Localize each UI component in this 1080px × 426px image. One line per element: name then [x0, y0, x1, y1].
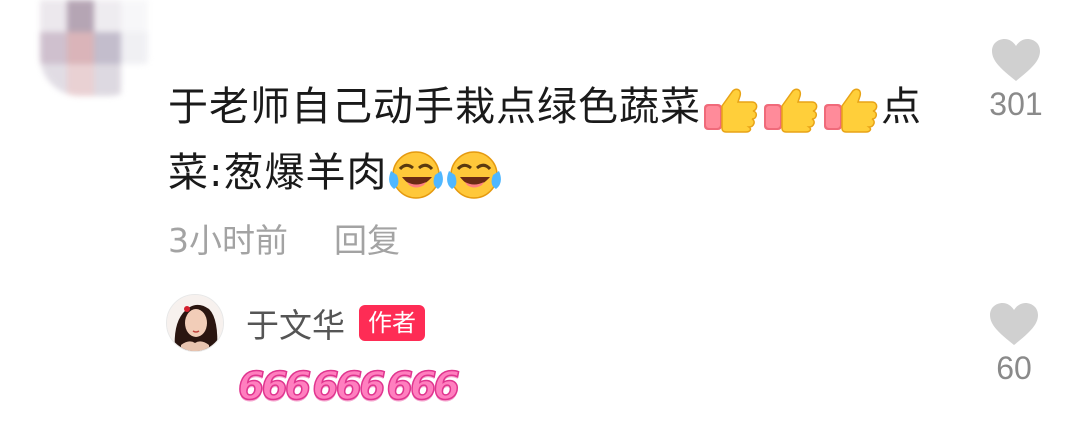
comment-text-line1: 于老师自己动手栽点绿色蔬菜: [168, 84, 701, 130]
thumbs-up-icon: [762, 84, 820, 134]
sticker-666: 666: [237, 363, 312, 409]
laughing-tears-icon: [446, 149, 502, 201]
author-name[interactable]: 于文华: [246, 299, 345, 347]
comment-meta: 3小时前 回复: [168, 214, 400, 262]
sticker-666: 666: [386, 363, 461, 409]
author-badge: 作者: [359, 305, 425, 341]
comment-timestamp: 3小时前: [168, 221, 288, 260]
reply-sticker-row: 666 666 666: [237, 363, 461, 409]
reply-button[interactable]: 回复: [334, 214, 400, 262]
sticker-666: 666: [312, 363, 387, 409]
comment-text-suffix: 点: [881, 84, 922, 130]
commenter-avatar[interactable]: [40, 0, 148, 96]
comment-like-button[interactable]: 301: [976, 38, 1056, 123]
heart-icon: [990, 303, 1038, 345]
comment-text-line2: 菜:葱爆羊肉: [168, 150, 388, 196]
thumbs-up-icon: [702, 84, 760, 134]
comment-text: 于老师自己动手栽点绿色蔬菜 点 菜:葱爆羊肉: [168, 74, 948, 206]
heart-icon: [992, 39, 1040, 81]
reply-header: 于文华 作者: [166, 294, 425, 352]
laughing-tears-icon: [388, 149, 444, 201]
thumbs-up-icon: [822, 84, 880, 134]
reply-like-button[interactable]: 60: [974, 302, 1054, 387]
comment-like-count: 301: [989, 86, 1043, 122]
author-avatar[interactable]: [166, 294, 224, 352]
reply-like-count: 60: [996, 350, 1032, 386]
comment-thread: 于老师自己动手栽点绿色蔬菜 点 菜:葱爆羊肉 3小时前 回复 301 于文华 作者: [0, 0, 1080, 426]
